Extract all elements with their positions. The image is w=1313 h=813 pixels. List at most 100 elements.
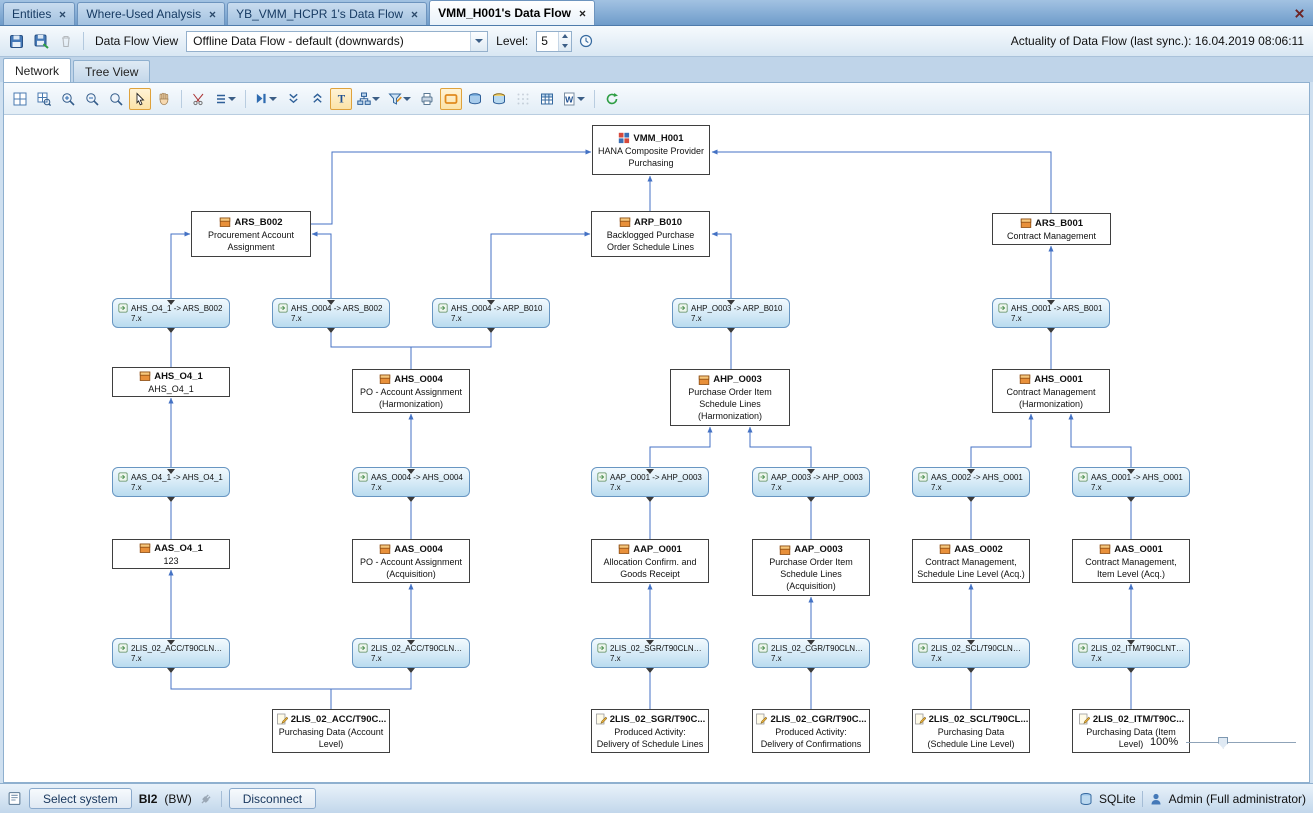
- node-ahs-o001[interactable]: AHS_O001 Contract Management (Harmonizat…: [992, 369, 1110, 413]
- node-ars-b001[interactable]: ARS_B001 Contract Management: [992, 213, 1111, 245]
- collapse-arrow-icon[interactable]: [807, 640, 815, 645]
- node-2lis-02-acc[interactable]: 2LIS_02_ACC/T90C... Purchasing Data (Acc…: [272, 709, 390, 753]
- collapse-arrow-icon[interactable]: [407, 668, 415, 673]
- collapse-arrow-icon[interactable]: [646, 497, 654, 502]
- collapse-arrow-icon[interactable]: [167, 668, 175, 673]
- transformation-node[interactable]: AAP_O001 -> AHP_O0037.x: [591, 467, 709, 497]
- node-aas-o4-1[interactable]: AAS_O4_1 123: [112, 539, 230, 569]
- collapse-arrow-icon[interactable]: [646, 469, 654, 474]
- node-vmm-h001[interactable]: VMM_H001 HANA Composite Provider Purchas…: [592, 125, 710, 175]
- collapse-arrow-icon[interactable]: [327, 328, 335, 333]
- collapse-arrow-icon[interactable]: [646, 640, 654, 645]
- tab-vmm-h001-data-flow[interactable]: VMM_H001's Data Flow: [429, 0, 595, 25]
- level-spinner[interactable]: 5: [536, 31, 572, 52]
- collapse-arrow-icon[interactable]: [407, 640, 415, 645]
- table-view-button[interactable]: [536, 88, 558, 110]
- delete-button[interactable]: [55, 30, 77, 52]
- collapse-arrow-icon[interactable]: [1127, 668, 1135, 673]
- collapse-arrow-icon[interactable]: [967, 497, 975, 502]
- word-export-button[interactable]: W: [560, 88, 588, 110]
- filter-button[interactable]: [385, 88, 414, 110]
- node-aas-o002[interactable]: AAS_O002 Contract Management, Schedule L…: [912, 539, 1030, 583]
- tab-close-icon[interactable]: [59, 11, 66, 18]
- node-ahp-o003[interactable]: AHP_O003 Purchase Order Item Schedule Li…: [670, 369, 790, 426]
- transformation-node[interactable]: AHS_O004 -> ARS_B0027.x: [272, 298, 390, 328]
- layers-blue-button[interactable]: [464, 88, 486, 110]
- transformation-node[interactable]: 2LIS_02_ACC/T90CLNT090 -> ...7.x: [112, 638, 230, 668]
- node-aas-o001[interactable]: AAS_O001 Contract Management, Item Level…: [1072, 539, 1190, 583]
- navigate-button[interactable]: [252, 88, 280, 110]
- transformation-node[interactable]: 2LIS_02_ITM/T90CLNT090 -> ...7.x: [1072, 638, 1190, 668]
- transformation-node[interactable]: AHP_O003 -> ARP_B0107.x: [672, 298, 790, 328]
- transformation-node[interactable]: AAS_O4_1 -> AHS_O4_17.x: [112, 467, 230, 497]
- spin-up-icon[interactable]: [559, 32, 571, 42]
- expand-all-button[interactable]: [282, 88, 304, 110]
- collapse-arrow-icon[interactable]: [967, 640, 975, 645]
- zoom-slider-thumb[interactable]: [1218, 737, 1228, 749]
- pointer-tool-button[interactable]: [129, 88, 151, 110]
- transformation-node[interactable]: 2LIS_02_CGR/T90CLNT090 -> ...7.x: [752, 638, 870, 668]
- collapse-arrow-icon[interactable]: [807, 668, 815, 673]
- user-name[interactable]: Admin (Full administrator): [1169, 792, 1306, 806]
- collapse-arrow-icon[interactable]: [967, 469, 975, 474]
- collapse-arrow-icon[interactable]: [167, 640, 175, 645]
- collapse-arrow-icon[interactable]: [646, 668, 654, 673]
- collapse-arrow-icon[interactable]: [407, 469, 415, 474]
- log-icon[interactable]: [7, 791, 22, 806]
- layout-list-button[interactable]: [212, 88, 239, 110]
- collapse-arrow-icon[interactable]: [807, 497, 815, 502]
- collapse-arrow-icon[interactable]: [487, 300, 495, 305]
- tab-where-used-analysis[interactable]: Where-Used Analysis: [77, 2, 225, 25]
- diagram-canvas[interactable]: VMM_H001 HANA Composite Provider Purchas…: [4, 115, 1309, 782]
- node-2lis-02-sgr[interactable]: 2LIS_02_SGR/T90C... Produced Activity: D…: [591, 709, 709, 753]
- node-arp-b010[interactable]: ARP_B010 Backlogged Purchase Order Sched…: [591, 211, 710, 257]
- overview-window-button[interactable]: [9, 88, 31, 110]
- collapse-arrow-icon[interactable]: [327, 300, 335, 305]
- node-aap-o001[interactable]: AAP_O001 Allocation Confirm. and Goods R…: [591, 539, 709, 583]
- collapse-arrow-icon[interactable]: [967, 668, 975, 673]
- history-clock-button[interactable]: [575, 30, 597, 52]
- print-button[interactable]: [416, 88, 438, 110]
- collapse-arrow-icon[interactable]: [167, 497, 175, 502]
- collapse-arrow-icon[interactable]: [1127, 469, 1135, 474]
- transformation-node[interactable]: AHS_O001 -> ARS_B0017.x: [992, 298, 1110, 328]
- node-ahs-o004[interactable]: AHS_O004 PO - Account Assignment (Harmon…: [352, 369, 470, 413]
- hierarchy-button[interactable]: [354, 88, 383, 110]
- frame-highlight-button[interactable]: [440, 88, 462, 110]
- tab-tree-view[interactable]: Tree View: [73, 60, 150, 82]
- transformation-node[interactable]: 2LIS_02_ACC/T90CLNT090 -> ...7.x: [352, 638, 470, 668]
- text-tool-button[interactable]: T: [330, 88, 352, 110]
- collapse-arrow-icon[interactable]: [727, 300, 735, 305]
- tab-close-icon[interactable]: [579, 10, 586, 17]
- node-aap-o003[interactable]: AAP_O003 Purchase Order Item Schedule Li…: [752, 539, 870, 596]
- collapse-arrow-icon[interactable]: [1127, 640, 1135, 645]
- data-flow-select[interactable]: Offline Data Flow - default (downwards): [186, 31, 488, 52]
- disconnect-button[interactable]: Disconnect: [229, 788, 316, 809]
- select-system-button[interactable]: Select system: [29, 788, 132, 809]
- save-button[interactable]: [5, 30, 27, 52]
- close-document-icon[interactable]: [1291, 5, 1307, 21]
- node-2lis-02-cgr[interactable]: 2LIS_02_CGR/T90C... Produced Activity: D…: [752, 709, 870, 753]
- zoom-out-button[interactable]: [81, 88, 103, 110]
- pan-tool-button[interactable]: [153, 88, 175, 110]
- collapse-arrow-icon[interactable]: [807, 469, 815, 474]
- collapse-arrow-icon[interactable]: [167, 328, 175, 333]
- node-ahs-o4-1[interactable]: AHS_O4_1 AHS_O4_1: [112, 367, 230, 397]
- collapse-arrow-icon[interactable]: [487, 328, 495, 333]
- collapse-arrow-icon[interactable]: [727, 328, 735, 333]
- zoom-100-button[interactable]: [105, 88, 127, 110]
- save-as-button[interactable]: [30, 30, 52, 52]
- collapse-arrow-icon[interactable]: [1047, 328, 1055, 333]
- transformation-node[interactable]: AAS_O002 -> AHS_O0017.x: [912, 467, 1030, 497]
- tab-entities[interactable]: Entities: [3, 2, 75, 25]
- tab-network[interactable]: Network: [3, 58, 71, 82]
- collapse-arrow-icon[interactable]: [1047, 300, 1055, 305]
- collapse-all-button[interactable]: [306, 88, 328, 110]
- transformation-node[interactable]: AHS_O004 -> ARP_B0107.x: [432, 298, 550, 328]
- zoom-in-button[interactable]: [57, 88, 79, 110]
- snap-grid-button[interactable]: [512, 88, 534, 110]
- spin-down-icon[interactable]: [559, 41, 571, 51]
- zoom-slider[interactable]: [1186, 742, 1296, 743]
- node-2lis-02-scl[interactable]: 2LIS_02_SCL/T90CL... Purchasing Data (Sc…: [912, 709, 1030, 753]
- zoom-window-button[interactable]: [33, 88, 55, 110]
